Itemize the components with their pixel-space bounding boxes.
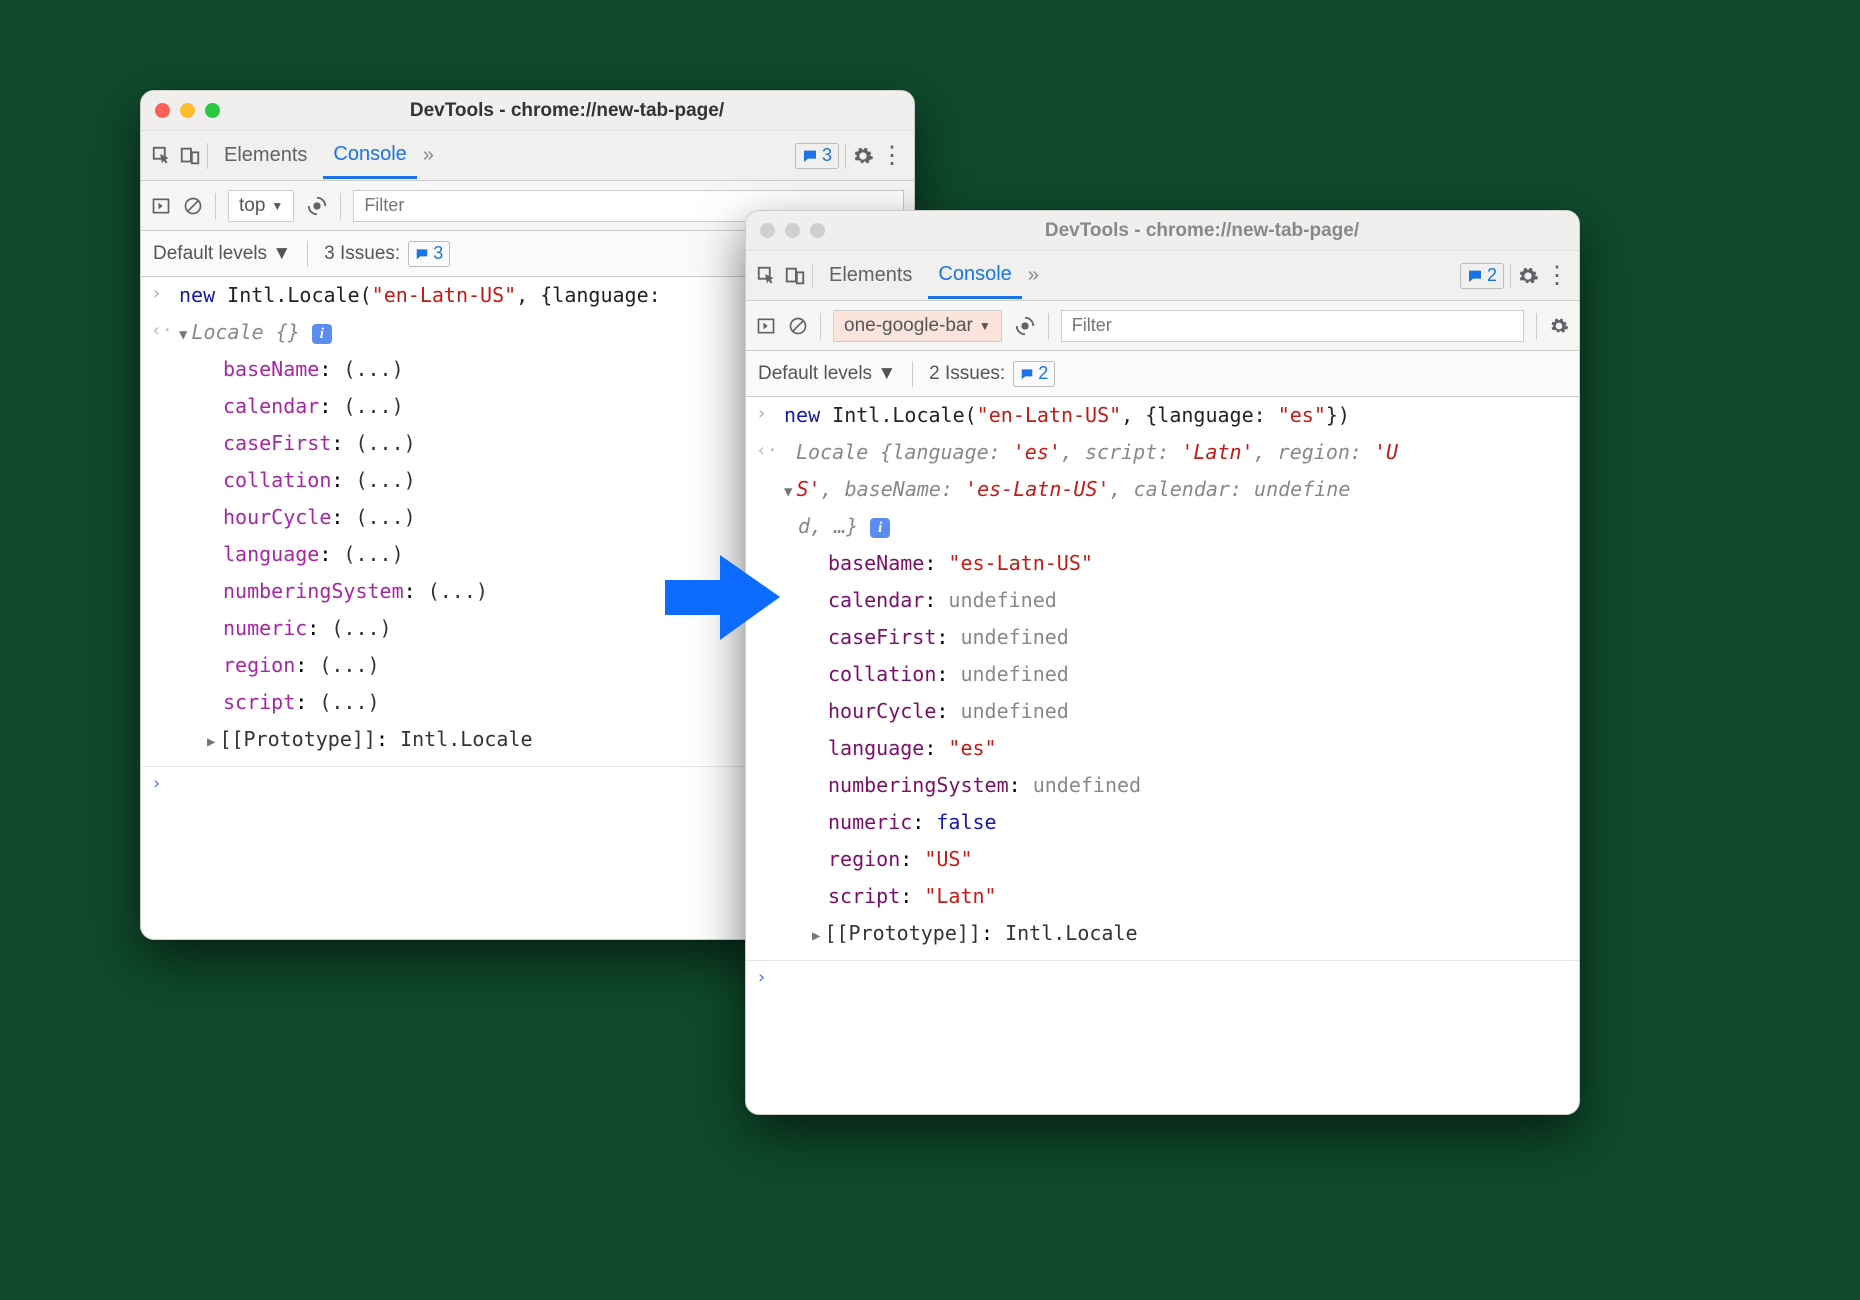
context-selector[interactable]: top ▼: [228, 190, 294, 222]
traffic-lights: [155, 103, 220, 118]
issues-link[interactable]: 2 Issues: 2: [929, 361, 1055, 387]
badge-count: 3: [822, 145, 832, 166]
prop-row[interactable]: numberingSystem: undefined: [746, 767, 1579, 804]
window-title: DevTools - chrome://new-tab-page/: [234, 100, 900, 122]
device-icon[interactable]: [179, 145, 201, 167]
separator: [215, 193, 216, 219]
issues-label: 2 Issues:: [929, 363, 1005, 385]
clear-icon[interactable]: [788, 316, 808, 336]
prop-row[interactable]: hourCycle: undefined: [746, 693, 1579, 730]
devtools-window-after: DevTools - chrome://new-tab-page/ Elemen…: [745, 210, 1580, 1115]
titlebar: DevTools - chrome://new-tab-page/: [746, 211, 1579, 251]
more-tabs-icon[interactable]: »: [1028, 264, 1039, 287]
inspect-icon[interactable]: [756, 265, 778, 287]
prop-row[interactable]: numeric: false: [746, 804, 1579, 841]
tab-console[interactable]: Console: [928, 253, 1021, 299]
device-icon[interactable]: [784, 265, 806, 287]
tab-elements[interactable]: Elements: [819, 254, 922, 297]
panel-tabs: Elements Console » 2 ⋮: [746, 251, 1579, 301]
context-label: one-google-bar: [844, 315, 973, 337]
input-line: › new Intl.Locale("en-Latn-US", {languag…: [746, 397, 1579, 434]
separator: [1536, 313, 1537, 339]
output-summary-cont[interactable]: ▼S', baseName: 'es-Latn-US', calendar: u…: [746, 471, 1579, 508]
separator: [845, 143, 846, 169]
close-icon[interactable]: [155, 103, 170, 118]
default-levels-dropdown[interactable]: Default levels ▼: [153, 243, 291, 265]
separator: [1510, 263, 1511, 289]
panel-tabs: Elements Console » 3 ⋮: [141, 131, 914, 181]
separator: [820, 313, 821, 339]
gear-icon[interactable]: [852, 145, 874, 167]
more-tabs-icon[interactable]: »: [423, 144, 434, 167]
arrow-icon: [665, 550, 780, 645]
separator: [207, 143, 208, 169]
prop-row[interactable]: baseName: "es-Latn-US": [746, 545, 1579, 582]
minimize-icon[interactable]: [180, 103, 195, 118]
zoom-icon[interactable]: [205, 103, 220, 118]
separator: [812, 263, 813, 289]
live-expr-icon[interactable]: [1014, 315, 1036, 337]
zoom-icon[interactable]: [810, 223, 825, 238]
console-filterbar: one-google-bar ▼: [746, 301, 1579, 351]
issues-link[interactable]: 3 Issues: 3: [324, 241, 450, 267]
traffic-lights: [760, 223, 825, 238]
info-icon[interactable]: i: [312, 324, 332, 344]
prop-row[interactable]: language: "es": [746, 730, 1579, 767]
sidebar-toggle-icon[interactable]: [756, 316, 776, 336]
info-icon[interactable]: i: [870, 518, 890, 538]
window-title: DevTools - chrome://new-tab-page/: [839, 220, 1565, 242]
clear-icon[interactable]: [183, 196, 203, 216]
live-expr-icon[interactable]: [306, 195, 328, 217]
context-label: top: [239, 195, 265, 217]
separator: [912, 361, 913, 387]
tab-elements[interactable]: Elements: [214, 134, 317, 177]
gear-icon[interactable]: [1517, 265, 1539, 287]
filter-input[interactable]: [1061, 310, 1524, 342]
prototype-row[interactable]: ▶[[Prototype]]: Intl.Locale: [746, 915, 1579, 952]
output-summary-cont2[interactable]: d, …} i: [746, 508, 1579, 545]
default-levels-dropdown[interactable]: Default levels ▼: [758, 363, 896, 385]
prompt[interactable]: ›: [746, 961, 1579, 995]
separator: [1048, 313, 1049, 339]
levels-bar: Default levels ▼ 2 Issues: 2: [746, 351, 1579, 397]
console-body: › new Intl.Locale("en-Latn-US", {languag…: [746, 397, 1579, 995]
separator: [340, 193, 341, 219]
sidebar-toggle-icon[interactable]: [151, 196, 171, 216]
minimize-icon[interactable]: [785, 223, 800, 238]
messages-badge[interactable]: 3: [795, 143, 839, 169]
prop-row[interactable]: collation: undefined: [746, 656, 1579, 693]
inspect-icon[interactable]: [151, 145, 173, 167]
tab-console[interactable]: Console: [323, 133, 416, 179]
context-selector[interactable]: one-google-bar ▼: [833, 310, 1002, 342]
titlebar: DevTools - chrome://new-tab-page/: [141, 91, 914, 131]
prop-row[interactable]: calendar: undefined: [746, 582, 1579, 619]
gear-icon[interactable]: [1549, 316, 1569, 336]
prop-row[interactable]: caseFirst: undefined: [746, 619, 1579, 656]
row-separator: [746, 952, 1579, 961]
prop-row[interactable]: script: "Latn": [746, 878, 1579, 915]
issues-label: 3 Issues:: [324, 243, 400, 265]
close-icon[interactable]: [760, 223, 775, 238]
prop-row[interactable]: region: "US": [746, 841, 1579, 878]
kebab-icon[interactable]: ⋮: [880, 141, 904, 170]
messages-badge[interactable]: 2: [1460, 263, 1504, 289]
separator: [307, 241, 308, 267]
kebab-icon[interactable]: ⋮: [1545, 261, 1569, 290]
output-summary[interactable]: ‹· Locale {language: 'es', script: 'Latn…: [746, 434, 1579, 471]
